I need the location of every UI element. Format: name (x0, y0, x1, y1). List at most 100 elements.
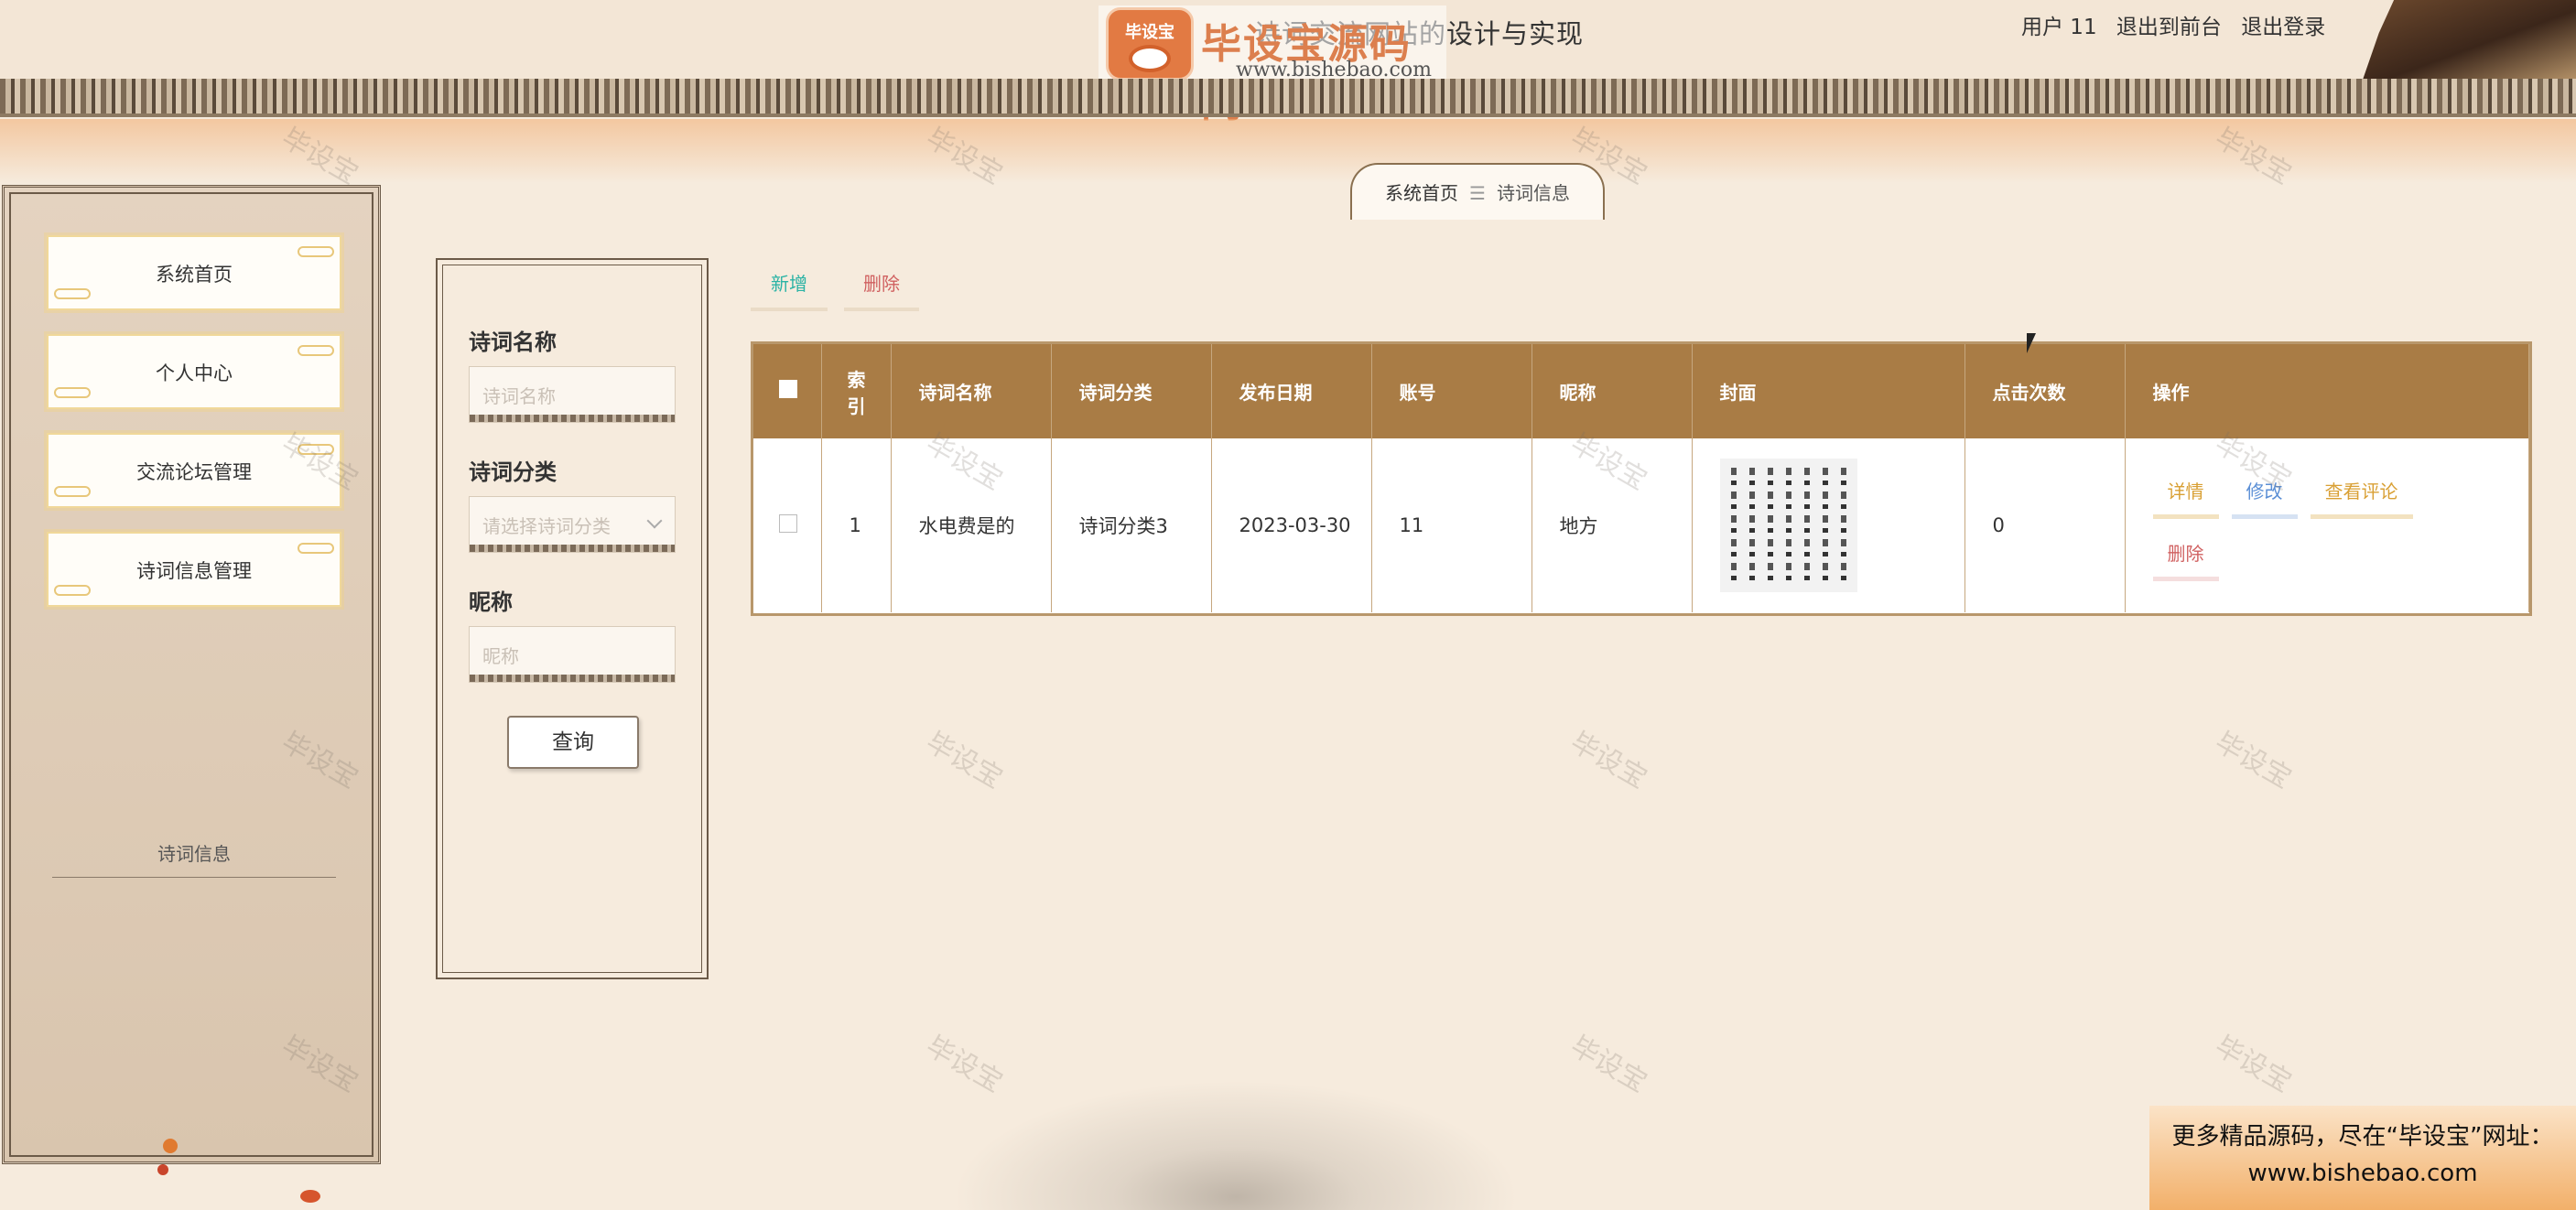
breadcrumb-home[interactable]: 系统首页 (1385, 182, 1458, 204)
cell-account: 11 (1371, 438, 1532, 612)
watermark: 毕设宝 (1564, 1030, 1652, 1099)
flower-decoration-icon (154, 1139, 320, 1203)
sidebar-item-forum-management[interactable]: 交流论坛管理 (47, 433, 341, 508)
calligraphy-stroke (1803, 468, 1810, 583)
flower-petal (157, 1164, 168, 1175)
calligraphy-stroke (1730, 468, 1737, 583)
watermark: 毕设宝 (2209, 1030, 2297, 1099)
row-delete-button[interactable]: 删除 (2152, 539, 2219, 581)
chevron-down-icon (646, 513, 663, 529)
breadcrumb-current: 诗词信息 (1496, 182, 1570, 204)
row-checkbox[interactable] (779, 513, 797, 533)
select-all-checkbox[interactable] (779, 380, 797, 398)
calligraphy-stroke (1748, 468, 1755, 583)
ad-banner[interactable]: 更多精品源码，尽在“毕设宝”网址： www.bishebao.com (2149, 1106, 2576, 1210)
logo-badge-inner (1129, 45, 1171, 72)
sidebar-item-label: 个人中心 (156, 362, 233, 384)
data-table: 索引 诗词名称 诗词分类 发布日期 账号 昵称 封面 点击次数 操作 1 水电费… (751, 341, 2532, 616)
batch-delete-button[interactable]: 删除 (844, 265, 919, 311)
column-header-name: 诗词名称 (891, 344, 1052, 438)
curl-decoration (298, 444, 334, 455)
table-header-row: 索引 诗词名称 诗词分类 发布日期 账号 昵称 封面 点击次数 操作 (753, 344, 2529, 438)
breadcrumb-separator-icon: ☰ (1469, 182, 1486, 204)
curl-decoration (54, 585, 91, 596)
poetry-category-label: 诗词分类 (469, 459, 557, 485)
column-header-operations: 操作 (2125, 344, 2529, 438)
sidebar-item-home[interactable]: 系统首页 (47, 235, 341, 310)
calligraphy-stroke (1785, 468, 1791, 583)
nickname-input[interactable]: 昵称 (469, 626, 676, 683)
poetry-name-input[interactable]: 诗词名称 (469, 366, 676, 423)
mouse-cursor-icon (2027, 333, 2036, 353)
cell-nickname: 地方 (1532, 438, 1693, 612)
logo-badge-icon: 毕设宝 (1106, 7, 1194, 81)
column-header-category: 诗词分类 (1051, 344, 1212, 438)
poetry-category-placeholder: 请选择诗词分类 (482, 515, 611, 537)
column-header-nickname: 昵称 (1532, 344, 1693, 438)
cell-clicks: 0 (1964, 438, 2126, 612)
cell-date: 2023-03-30 (1211, 438, 1372, 612)
poetry-category-select[interactable]: 请选择诗词分类 (469, 496, 676, 553)
sidebar-item-label: 系统首页 (156, 264, 233, 286)
top-links: 用户 11 退出到前台 退出登录 (2021, 9, 2338, 40)
cell-operations: 详情 修改 查看评论 删除 (2125, 438, 2529, 612)
sidebar-item-personal-center[interactable]: 个人中心 (47, 334, 341, 409)
column-header-cover: 封面 (1692, 344, 1965, 438)
calligraphy-stroke (1840, 468, 1846, 583)
ad-line-2: www.bishebao.com (2247, 1160, 2478, 1187)
watermark: 毕设宝 (2209, 726, 2297, 795)
sidebar-item-label: 交流论坛管理 (136, 461, 252, 483)
user-label: 用户 11 (2021, 16, 2097, 39)
calligraphy-stroke (1822, 468, 1828, 583)
curl-decoration (54, 288, 91, 299)
watermark: 毕设宝 (1564, 726, 1652, 795)
roof-decoration (2362, 0, 2576, 82)
column-header-index: 索引 (821, 344, 892, 438)
watermark: 毕设宝 (920, 1030, 1008, 1099)
poetry-name-placeholder: 诗词名称 (482, 385, 556, 407)
eaves-wash (0, 119, 2576, 183)
back-to-front-link[interactable]: 退出到前台 (2116, 16, 2222, 39)
cell-cover (1692, 438, 1965, 612)
cell-index: 1 (821, 438, 892, 612)
edit-button[interactable]: 修改 (2231, 477, 2298, 519)
add-button[interactable]: 新增 (751, 265, 828, 311)
ink-ripple-decoration (952, 1080, 1520, 1210)
logo-badge-text: 毕设宝 (1125, 23, 1174, 42)
flower-petal (163, 1139, 178, 1153)
cover-image[interactable] (1719, 459, 1857, 592)
curl-decoration (54, 387, 91, 398)
cell-name: 水电费是的 (891, 438, 1052, 612)
nickname-placeholder: 昵称 (482, 645, 519, 667)
view-comments-button[interactable]: 查看评论 (2310, 477, 2413, 519)
watermark: 毕设宝 (920, 726, 1008, 795)
column-header-clicks: 点击次数 (1964, 344, 2126, 438)
column-header-account: 账号 (1371, 344, 1532, 438)
calligraphy-stroke (1767, 468, 1773, 583)
flower-petal (300, 1190, 320, 1203)
column-header-date: 发布日期 (1211, 344, 1372, 438)
sidebar-item-label: 诗词信息管理 (136, 560, 252, 582)
sidebar: 系统首页 个人中心 交流论坛管理 诗词信息管理 诗词信息 (2, 185, 381, 1164)
breadcrumb: 系统首页 ☰ 诗词信息 (1350, 163, 1605, 220)
nickname-label: 昵称 (469, 589, 513, 615)
curl-decoration (298, 246, 334, 257)
curl-decoration (298, 543, 334, 554)
cell-category: 诗词分类3 (1051, 438, 1212, 612)
sidebar-item-poetry-management[interactable]: 诗词信息管理 (47, 532, 341, 607)
row-select-cell (753, 438, 822, 612)
ad-line-1: 更多精品源码，尽在“毕设宝”网址： (2171, 1123, 2554, 1151)
detail-button[interactable]: 详情 (2152, 477, 2219, 519)
logout-link[interactable]: 退出登录 (2241, 16, 2325, 39)
select-all-cell (753, 344, 822, 438)
eaves-decoration (0, 79, 2576, 117)
logo-watermark: 毕设宝 毕设宝源码网 www.bishebao.com (1099, 5, 1446, 126)
poetry-name-label: 诗词名称 (469, 330, 557, 355)
sidebar-subitem-poetry-info[interactable]: 诗词信息 (52, 830, 336, 878)
search-panel: 诗词名称 诗词名称 诗词分类 请选择诗词分类 昵称 昵称 查询 (436, 258, 709, 979)
curl-decoration (298, 345, 334, 356)
header: 诗词交流网站的设计与实现 毕设宝 毕设宝源码网 www.bishebao.com… (0, 0, 2576, 126)
query-button[interactable]: 查询 (507, 716, 639, 769)
table-row: 1 水电费是的 诗词分类3 2023-03-30 11 地方 0 详情 修改 查… (753, 438, 2529, 612)
curl-decoration (54, 486, 91, 497)
